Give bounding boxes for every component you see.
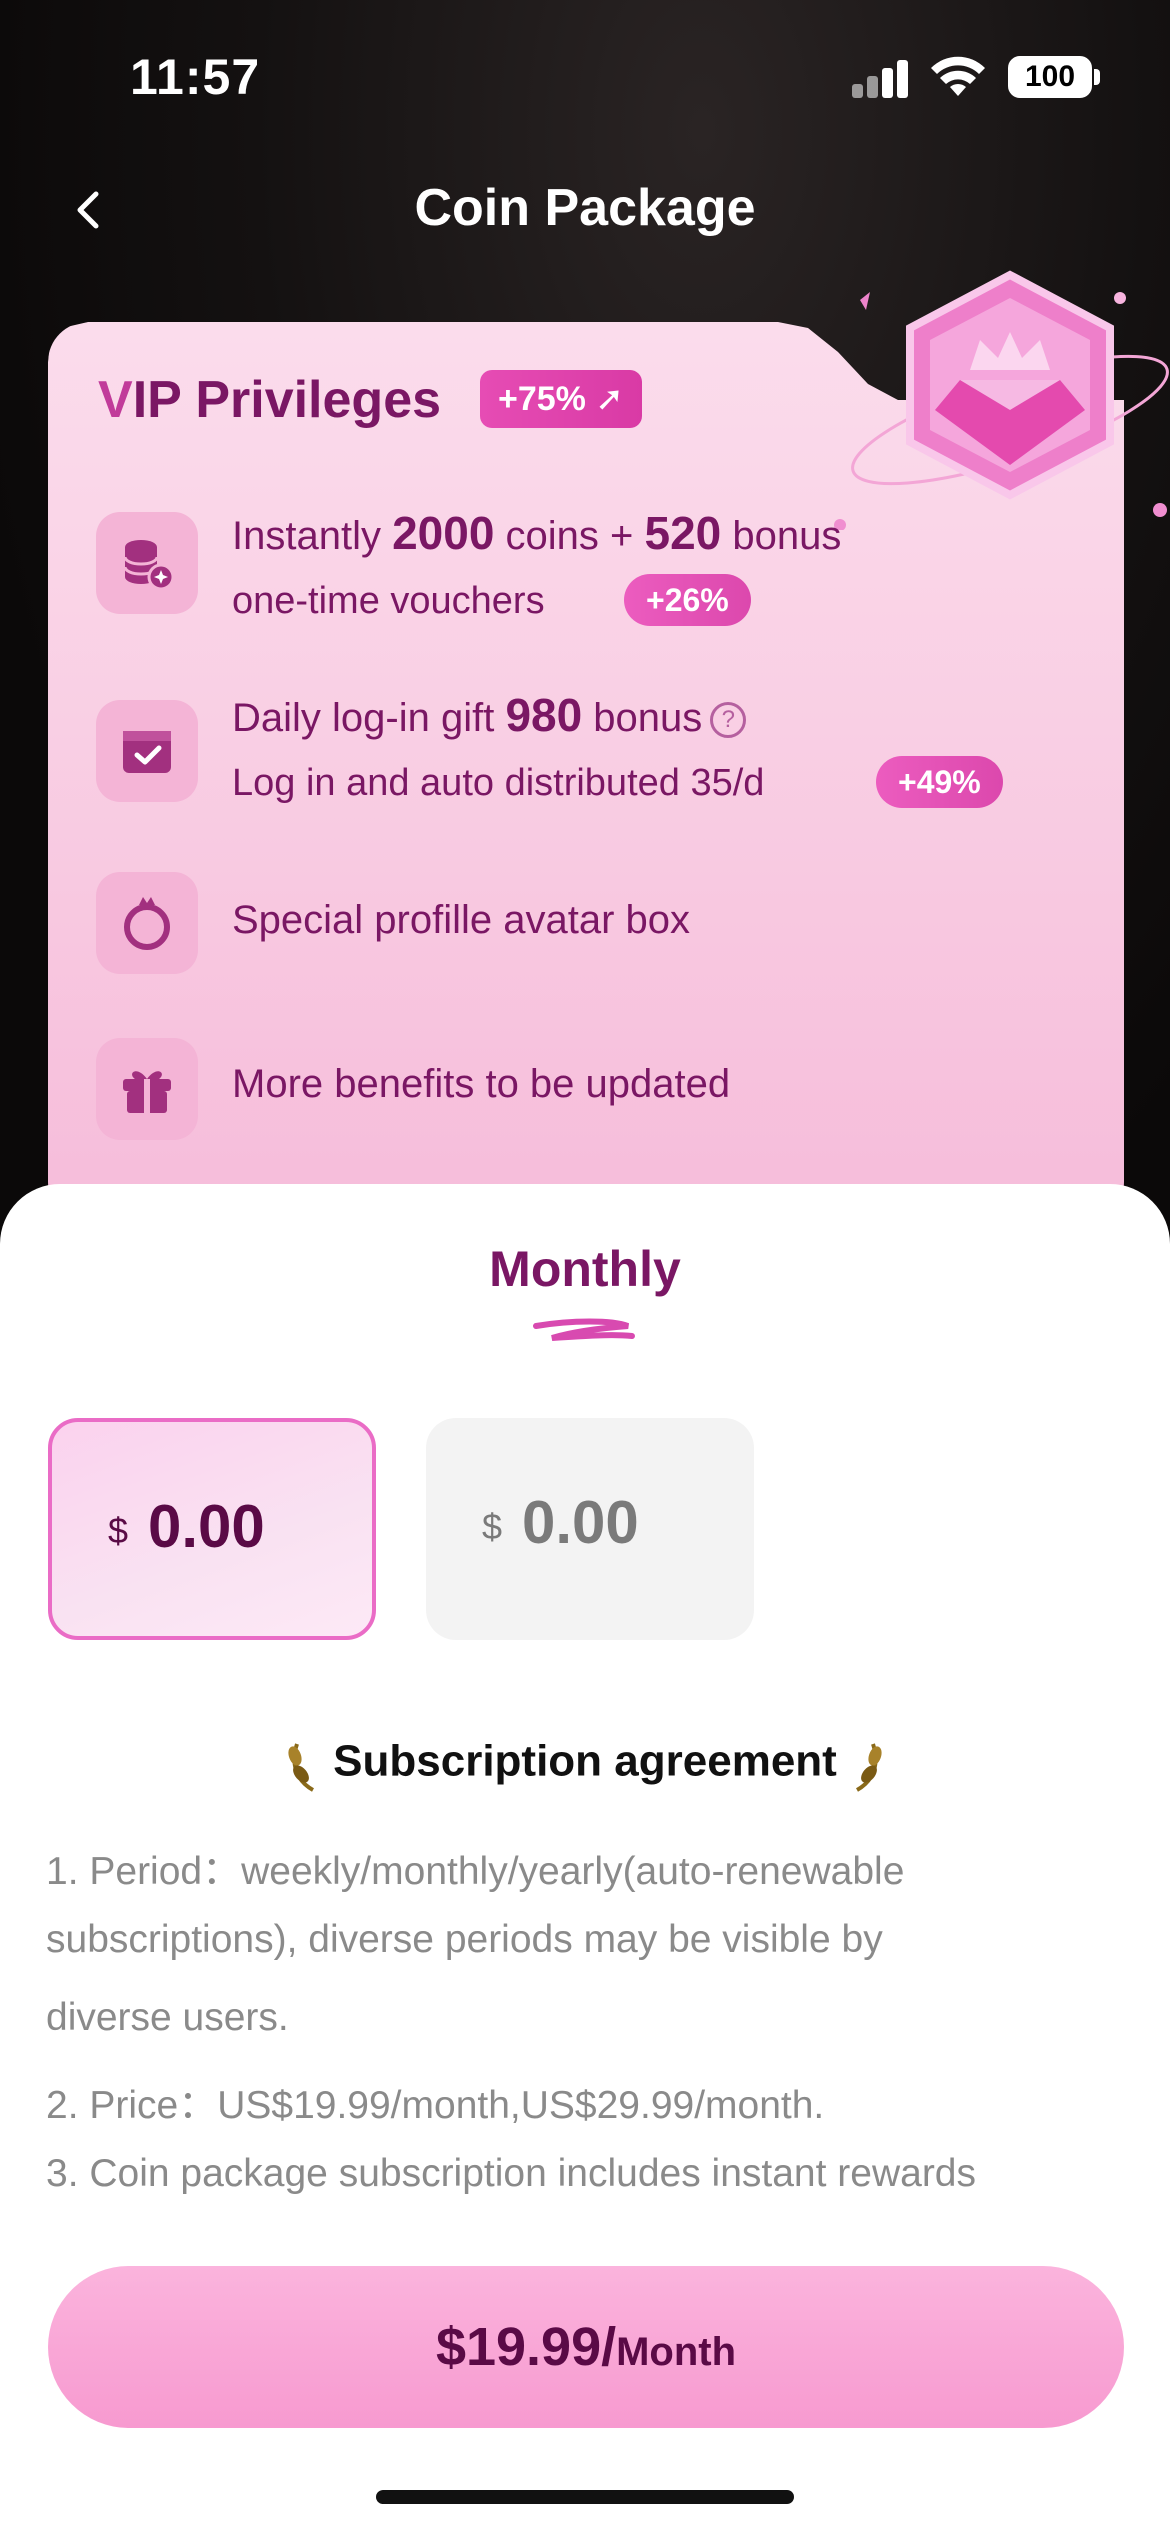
status-bar: 11:57 100 — [0, 0, 1170, 150]
vip-title-rest: IP Privileges — [132, 371, 442, 429]
help-icon[interactable]: ? — [710, 702, 747, 739]
plan-amount: 0.00 — [148, 1493, 265, 1560]
privilege-daily-line: Daily log-in gift 980 bonus? — [232, 688, 747, 742]
coins-stack-icon — [96, 512, 198, 614]
tab-monthly[interactable]: Monthly — [0, 1240, 1170, 1298]
agreement-line: 3. Coin package subscription includes in… — [46, 2152, 977, 2195]
agreement-title: Subscription agreement — [0, 1736, 1170, 1792]
diamond-crown-icon — [834, 270, 1169, 530]
gift-icon — [96, 1038, 198, 1140]
agreement-line: 2. Price：US$19.99/month,US$29.99/month. — [46, 2084, 825, 2127]
plan-currency: $ — [108, 1510, 129, 1551]
plan-amount: 0.00 — [522, 1489, 639, 1556]
vip-title: VIP Privileges — [98, 370, 441, 430]
privilege-coins-badge: +26% — [624, 574, 751, 626]
plan-currency: $ — [482, 1506, 503, 1547]
plan-option[interactable]: $ 0.00 — [426, 1418, 754, 1640]
privilege-coins-line: Instantly 2000 coins + 520 bonus — [232, 507, 842, 559]
privilege-avatar-line: Special profille avatar box — [232, 898, 691, 942]
page-title: Coin Package — [414, 179, 756, 237]
privilege-more-line: More benefits to be updated — [232, 1062, 731, 1106]
tab-underline — [533, 1318, 635, 1341]
plan-option-selected[interactable]: $ 0.00 — [48, 1418, 376, 1640]
laurel-right-icon — [855, 1743, 882, 1792]
avatar-ring-icon — [96, 872, 198, 974]
agreement-line: diverse users. — [46, 1996, 289, 2039]
vip-percent-text: +75% — [498, 380, 586, 418]
subscribe-button[interactable]: $19.99/Month — [48, 2266, 1124, 2428]
battery-indicator: 100 — [1008, 56, 1092, 98]
wifi-icon — [931, 56, 985, 96]
status-time: 11:57 — [130, 49, 261, 105]
cta-unit: Month — [616, 2330, 737, 2374]
home-indicator[interactable] — [376, 2490, 794, 2504]
privilege-coins-sub: one-time vouchers — [232, 580, 545, 622]
battery-tip — [1094, 69, 1100, 85]
cta-price: $19.99/ — [435, 2317, 617, 2377]
agreement-title-text: Subscription agreement — [333, 1736, 837, 1786]
arrow-up-icon: ➚ — [595, 380, 624, 418]
vip-percent-badge: +75% ➚ — [480, 370, 642, 428]
privilege-daily-sub: Log in and auto distributed 35/d — [232, 762, 765, 804]
vip-title-prefix: V — [98, 371, 133, 429]
cellular-signal-icon — [852, 58, 912, 98]
privilege-daily-badge: +49% — [876, 756, 1003, 808]
laurel-left-icon — [288, 1743, 315, 1792]
agreement-line: 1. Period：weekly/monthly/yearly(auto-ren… — [46, 1850, 905, 1893]
agreement-line: subscriptions), diverse periods may be v… — [46, 1918, 883, 1961]
calendar-check-icon — [96, 700, 198, 802]
